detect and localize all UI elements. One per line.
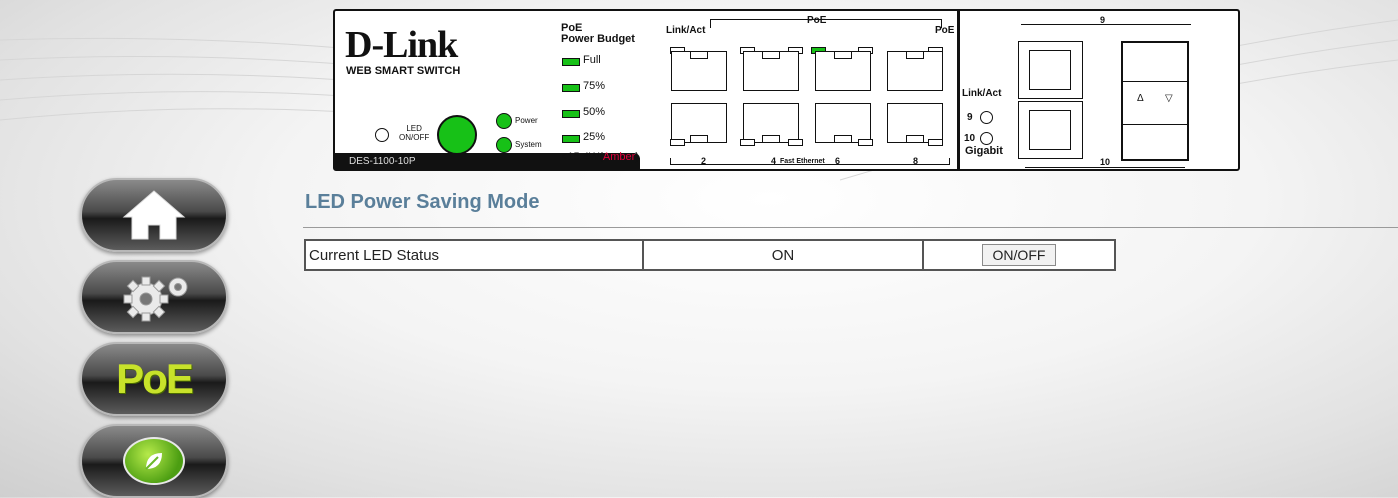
poe-budget-title: PoE Power Budget: [561, 22, 635, 45]
port-num-8: 8: [913, 156, 919, 166]
port-5: [815, 51, 871, 91]
port-8: [887, 103, 943, 143]
port-6: [815, 103, 871, 143]
sfp-up-arrow: Δ: [1137, 93, 1144, 104]
poe-right-label: PoE: [935, 25, 955, 36]
page-title: LED Power Saving Mode: [305, 191, 540, 213]
gig-port-9-rj45: [1018, 41, 1083, 99]
switch-front-panel: D-Link WEB SMART SWITCH LED ON/OFF Power…: [333, 9, 1240, 171]
gig-led-9-label: 9: [967, 112, 973, 123]
port-3: [743, 51, 799, 91]
port-led-b1: [670, 139, 685, 146]
power-label: Power: [515, 116, 538, 125]
brand-logo: D-Link: [345, 24, 458, 66]
row-label: Current LED Status: [309, 246, 440, 264]
port-led-b4: [858, 139, 873, 146]
led-status-value: ON: [771, 246, 795, 264]
nav-poe-button[interactable]: PoE: [80, 342, 228, 416]
nav-home-button[interactable]: [80, 178, 228, 252]
budget-note-amber: Amber: [602, 151, 636, 163]
link-act-right-label: Link/Act: [962, 88, 1002, 99]
leaf-icon: [123, 437, 185, 485]
gig-led-10-label: 10: [964, 133, 976, 144]
gigabit-label: Gigabit: [965, 145, 1003, 157]
port-led-b5: [928, 139, 943, 146]
port-led-b3: [788, 139, 803, 146]
gig-led-9: [980, 111, 993, 124]
gears-icon: [123, 276, 188, 322]
budget-note-suffix: ): [635, 151, 639, 163]
home-icon: [122, 190, 186, 240]
poe-label: PoE: [807, 15, 827, 26]
fast-ethernet-label: Fast Ethernet: [780, 158, 825, 165]
gig-port-10-rj45: [1018, 101, 1083, 159]
poe-icon: PoE: [116, 355, 194, 402]
port-num-6: 6: [835, 156, 841, 166]
port-9-bracket: [1021, 24, 1191, 29]
power-led: [496, 113, 512, 129]
budget-led-75: [562, 84, 580, 92]
port-num-2: 2: [701, 156, 707, 166]
budget-note: <15.4W(Amber): [561, 151, 639, 163]
port-2: [671, 103, 727, 143]
sfp-down-arrow: ▽: [1165, 93, 1173, 104]
led-button-indicator: [375, 128, 389, 142]
port-7: [887, 51, 943, 91]
model-number: DES-1100-10P: [349, 156, 416, 167]
budget-led-25: [562, 135, 580, 143]
budget-led-50: [562, 110, 580, 118]
nav-settings-button[interactable]: [80, 260, 228, 334]
budget-label-75: 75%: [583, 80, 606, 92]
device-subtitle: WEB SMART SWITCH: [346, 65, 461, 77]
led-onoff-button[interactable]: [437, 115, 477, 155]
nav-eco-button[interactable]: [80, 424, 228, 498]
gig-led-10: [980, 132, 993, 145]
toggle-cell: ON/OFF: [922, 239, 1116, 271]
port-10-label: 10: [1100, 157, 1111, 167]
row-label-cell: Current LED Status: [304, 239, 644, 271]
system-label: System: [515, 140, 542, 149]
budget-note-prefix: <15.4W(: [561, 151, 603, 163]
link-act-label: Link/Act: [666, 25, 706, 36]
led-onoff-label: LED ON/OFF: [399, 124, 430, 142]
title-divider: [303, 227, 1398, 228]
budget-led-full: [562, 58, 580, 66]
panel-divider: [957, 11, 960, 171]
budget-label-full: Full: [583, 54, 601, 66]
port-1: [671, 51, 727, 91]
status-cell: ON: [642, 239, 924, 271]
system-led: [496, 137, 512, 153]
led-onoff-toggle-button[interactable]: ON/OFF: [981, 244, 1057, 266]
port-4: [743, 103, 799, 143]
table-row: Current LED Status ON ON/OFF: [304, 239, 1116, 271]
budget-label-25: 25%: [583, 131, 606, 143]
budget-label-50: 50%: [583, 106, 606, 118]
port-num-4: 4: [771, 156, 777, 166]
led-status-table: Current LED Status ON ON/OFF: [304, 239, 1116, 271]
sfp-port: Δ ▽: [1121, 41, 1189, 161]
port-led-b2: [740, 139, 755, 146]
